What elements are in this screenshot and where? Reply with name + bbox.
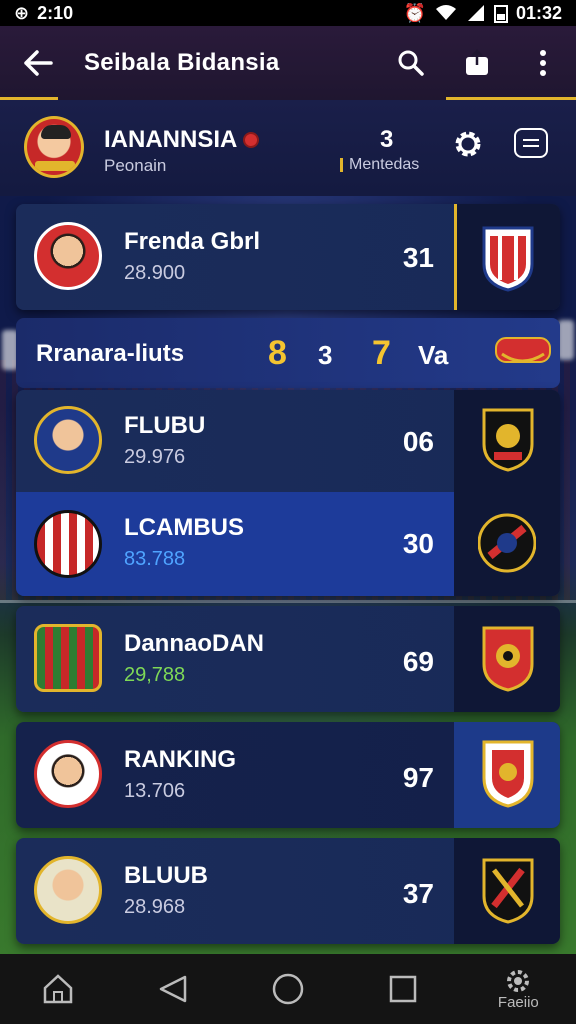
player-group-card: FLUBU 29.976 06 LCAMBUS 83.788 30 — [16, 390, 560, 596]
list-menu-button[interactable] — [514, 128, 548, 158]
page-title: Seibala Bidansia — [84, 49, 280, 76]
alarm-icon: ⏰ — [403, 2, 426, 23]
home-nav-button[interactable] — [253, 959, 323, 1019]
menu-line — [523, 139, 539, 141]
ranking-number-2: 3 — [318, 340, 333, 370]
header-count: 3 — [380, 126, 394, 153]
flag-icon — [243, 132, 260, 148]
battery-icon — [493, 5, 508, 23]
header-count-label: Mentedas — [349, 156, 420, 173]
menu-line — [523, 145, 539, 147]
league-logo-icon — [495, 337, 551, 363]
player-value: 83.788 — [124, 548, 186, 570]
signal-icon — [467, 5, 484, 21]
player-name: FLUBU — [124, 412, 206, 439]
bottom-navigation: Faeiio — [0, 954, 576, 1024]
floodlight — [558, 320, 574, 360]
player-value: 29,788 — [124, 664, 186, 686]
status-time-left: 2:10 — [37, 2, 74, 23]
player-score: 37 — [402, 878, 434, 909]
player-value: 28.900 — [124, 262, 186, 284]
profile-nav-label: Faeiio — [497, 993, 539, 1011]
club-crest-icon — [482, 626, 534, 692]
player-score: 97 — [402, 762, 434, 793]
accent-bar — [340, 158, 343, 172]
profile-header: IANANNSIA Peonain 3 Mentedas — [0, 100, 576, 196]
player-avatar — [34, 624, 102, 692]
player-avatar — [34, 222, 102, 290]
status-time-right: 01:32 — [515, 2, 562, 23]
pitch-line — [0, 600, 576, 603]
club-crest-icon — [482, 226, 534, 292]
avatar[interactable] — [24, 116, 84, 178]
back-button[interactable] — [0, 26, 76, 100]
player-name: Frenda Gbrl — [124, 228, 261, 255]
player-avatar — [34, 740, 102, 808]
player-card[interactable]: DannaoDAN 29,788 69 — [16, 606, 560, 712]
player-avatar — [34, 856, 102, 924]
status-bar: ⊕ 2:10 ⏰ 01:32 — [0, 0, 576, 26]
app-notification-icon: ⊕ — [14, 2, 30, 23]
more-vert-icon — [540, 50, 546, 76]
home-icon — [43, 974, 72, 1004]
player-avatar — [34, 510, 102, 578]
square-recents-icon — [389, 975, 417, 1003]
player-name: RANKING — [124, 746, 236, 773]
featured-player-card[interactable]: Frenda Gbrl 28.900 31 — [16, 204, 560, 310]
ranking-strip[interactable]: Rranara-liuts 8 3 7 Va — [16, 318, 560, 388]
gear-icon[interactable] — [450, 126, 486, 162]
player-score: 69 — [402, 646, 434, 677]
player-name: BLUUB — [124, 862, 208, 889]
player-score: 06 — [402, 426, 434, 457]
header-count-label-row: Mentedas — [340, 156, 419, 174]
club-crest-icon — [482, 858, 534, 924]
player-value: 13.706 — [124, 780, 186, 802]
player-name: DannaoDAN — [124, 630, 265, 657]
ranking-number-3: 7 — [372, 334, 391, 372]
search-button[interactable] — [378, 26, 444, 100]
player-score: 30 — [402, 528, 434, 559]
share-icon — [466, 49, 488, 75]
avatar-hair — [41, 125, 71, 139]
wifi-icon — [435, 5, 456, 20]
player-score: 31 — [402, 242, 434, 273]
club-crest-icon — [478, 513, 536, 573]
header-name-row: IANANNSIA — [104, 126, 260, 154]
home-button[interactable] — [23, 959, 93, 1019]
player-value: 29.976 — [124, 446, 186, 468]
player-card[interactable]: BLUUB 28.968 37 — [16, 838, 560, 944]
club-crest-icon — [482, 408, 534, 472]
header-subtitle: Peonain — [104, 156, 167, 175]
circle-home-icon — [272, 973, 304, 1005]
club-crest-icon — [482, 740, 534, 808]
ranking-label: Rranara-liuts — [36, 340, 185, 367]
app-bar: Seibala Bidansia — [0, 26, 576, 100]
ranking-number-4: Va — [418, 340, 449, 370]
settings-icon — [507, 969, 530, 992]
triangle-back-icon — [159, 975, 187, 1003]
search-icon — [398, 50, 424, 76]
share-button[interactable] — [444, 26, 510, 100]
player-avatar — [34, 406, 102, 474]
player-name: LCAMBUS — [124, 514, 244, 541]
header-name: IANANNSIA — [104, 126, 238, 153]
player-value: 28.968 — [124, 896, 186, 918]
profile-nav-button[interactable]: Faeiio — [483, 959, 553, 1019]
more-options-button[interactable] — [510, 26, 576, 100]
back-arrow-icon — [24, 50, 53, 76]
player-card[interactable]: RANKING 13.706 97 — [16, 722, 560, 828]
ranking-number-1: 8 — [268, 334, 287, 372]
back-nav-button[interactable] — [138, 959, 208, 1019]
avatar-tag — [35, 161, 75, 171]
recents-nav-button[interactable] — [368, 959, 438, 1019]
